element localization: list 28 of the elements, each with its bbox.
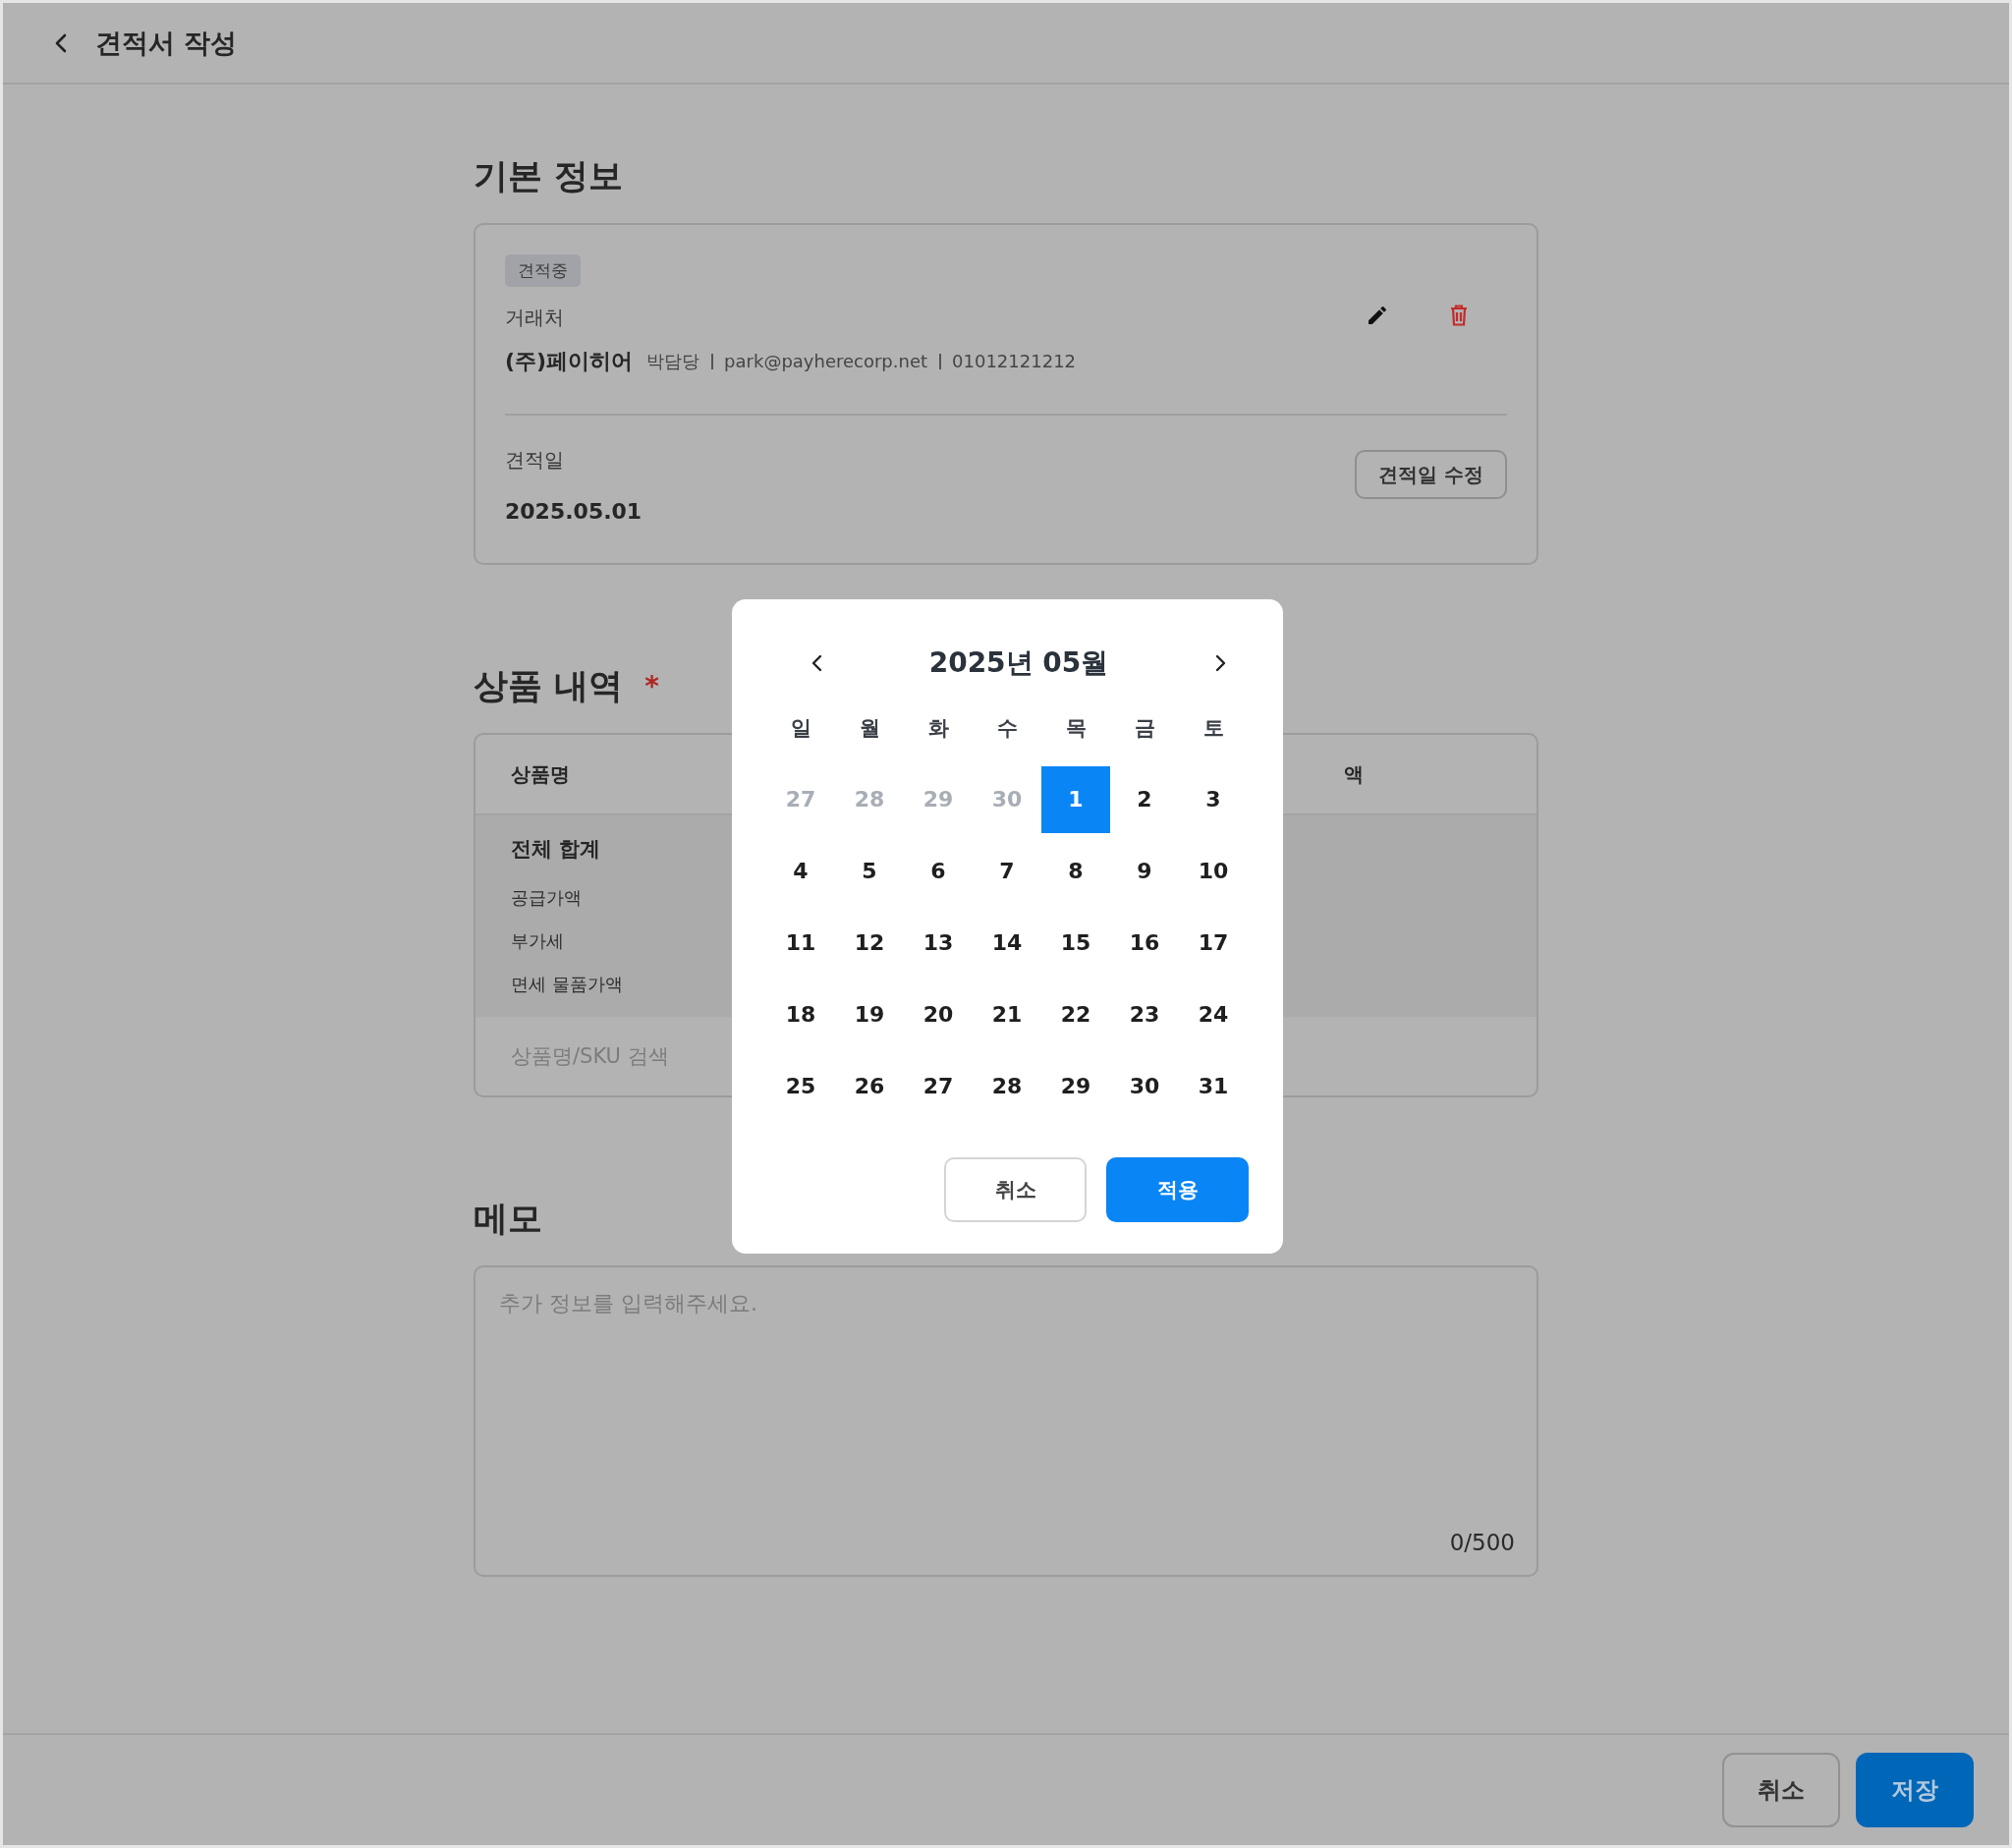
weekday-label: 월 <box>859 714 880 742</box>
client-detail: 박담당 <box>646 350 700 373</box>
section-heading: 상품 내역 <box>474 665 624 707</box>
weekday-label: 일 <box>790 714 811 742</box>
column-header: 상품명 <box>511 760 570 788</box>
section-heading: 메모 <box>474 1198 543 1240</box>
summary-label: 공급가액 <box>511 886 582 910</box>
client-name: (주)페이히어 <box>505 348 634 375</box>
client-detail: 01012121212 <box>939 354 1077 369</box>
field-label: 거래처 <box>505 305 564 331</box>
column-header: 액 <box>1344 760 1364 788</box>
weekday-label: 금 <box>1134 714 1155 742</box>
required-mark: * <box>644 670 659 702</box>
month-title: 2025년 05월 <box>928 645 1109 681</box>
client-detail: park@payherecorp.net <box>711 354 928 369</box>
weekday-label: 수 <box>996 714 1018 742</box>
page-title: 견적서 작성 <box>95 26 238 60</box>
character-count: 0/500 <box>1449 1530 1515 1555</box>
status-badge: 견적중 <box>505 254 581 287</box>
field-label: 견적일 <box>505 447 565 474</box>
quote-date: 2025.05.01 <box>505 499 643 524</box>
summary-label: 부가세 <box>511 929 564 953</box>
total-label: 전체 합계 <box>511 836 601 863</box>
weekday-label: 토 <box>1202 714 1224 742</box>
weekday-label: 목 <box>1065 714 1087 742</box>
summary-label: 면세 물품가액 <box>511 973 623 996</box>
section-heading: 기본 정보 <box>474 155 625 197</box>
weekday-label: 화 <box>927 714 949 742</box>
